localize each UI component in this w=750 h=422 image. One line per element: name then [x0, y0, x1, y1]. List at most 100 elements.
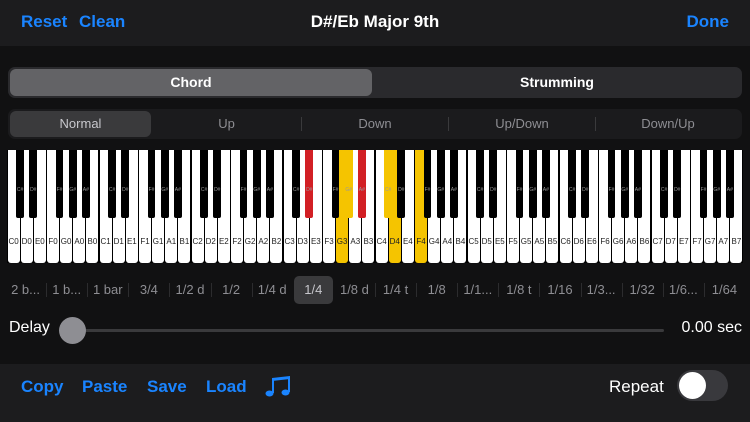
piano-key-f-sharp4[interactable]: F#: [423, 150, 432, 218]
piano-key-d-sharp4[interactable]: D#: [397, 150, 406, 218]
key-label: C7: [652, 237, 663, 246]
repeat-toggle[interactable]: [677, 370, 728, 401]
piano-key-a-sharp4[interactable]: A#: [450, 150, 458, 218]
mode-segmented-control: Chord Strumming: [8, 67, 742, 98]
key-label: C5: [468, 237, 479, 246]
key-label: C1: [100, 237, 111, 246]
key-label: A#: [82, 187, 89, 193]
key-label: F0: [48, 237, 58, 246]
tab-normal[interactable]: Normal: [10, 111, 151, 137]
segment-divider: [375, 283, 376, 297]
piano-key-d-sharp7[interactable]: D#: [673, 150, 682, 218]
key-label: F7: [692, 237, 702, 246]
piano-key-a-sharp5[interactable]: A#: [542, 150, 550, 218]
piano-key-a-sharp2[interactable]: A#: [266, 150, 274, 218]
tab-strumming[interactable]: Strumming: [374, 69, 740, 96]
piano-key-c-sharp5[interactable]: C#: [476, 150, 484, 218]
note-length-segmented-control: 2 b... 1 b... 1 bar 3/4 1/2 d 1/2 1/4 d 1/4 1/8 …: [5, 276, 745, 304]
tab-note-length[interactable]: 1/8 t: [499, 276, 538, 304]
piano-key-d-sharp3[interactable]: D#: [305, 150, 314, 218]
piano-key-g-sharp6[interactable]: G#: [620, 150, 629, 218]
tab-note-length[interactable]: 1/8: [417, 276, 456, 304]
music-notes-icon[interactable]: [264, 375, 292, 399]
piano-key-c-sharp0[interactable]: C#: [16, 150, 24, 218]
piano-key-c-sharp2[interactable]: C#: [200, 150, 208, 218]
piano-key-d-sharp0[interactable]: D#: [29, 150, 38, 218]
tab-note-length[interactable]: 1 b...: [47, 276, 86, 304]
tab-note-length[interactable]: 1/4 t: [376, 276, 415, 304]
piano-key-g-sharp0[interactable]: G#: [68, 150, 77, 218]
delay-slider-track[interactable]: [60, 329, 664, 332]
piano-key-a-sharp0[interactable]: A#: [82, 150, 90, 218]
piano-key-c-sharp3[interactable]: C#: [292, 150, 300, 218]
delay-slider-thumb[interactable]: [59, 317, 86, 344]
piano-key-g-sharp2[interactable]: G#: [252, 150, 261, 218]
piano-key-a-sharp3[interactable]: A#: [358, 150, 366, 218]
piano-key-f-sharp2[interactable]: F#: [239, 150, 248, 218]
key-label: D1: [113, 237, 124, 246]
tab-note-length[interactable]: 1/4: [293, 276, 333, 304]
key-label: A#: [450, 187, 457, 193]
piano-key-d-sharp1[interactable]: D#: [121, 150, 130, 218]
tab-down[interactable]: Down: [302, 111, 448, 137]
tab-note-length[interactable]: 1/64: [705, 276, 744, 304]
piano-key-c-sharp7[interactable]: C#: [660, 150, 668, 218]
key-label: G4: [428, 237, 440, 246]
key-label: B3: [363, 237, 374, 246]
key-label: G#: [69, 187, 77, 193]
segment-divider: [703, 283, 705, 297]
key-label: A0: [74, 237, 85, 246]
piano-key-c-sharp4[interactable]: C#: [384, 150, 392, 218]
done-button[interactable]: Done: [687, 12, 730, 32]
tab-up-down[interactable]: Up/Down: [449, 111, 595, 137]
key-label: A4: [442, 237, 453, 246]
piano-key-g-sharp7[interactable]: G#: [712, 150, 721, 218]
piano-key-a-sharp6[interactable]: A#: [634, 150, 642, 218]
tab-note-length[interactable]: 1/6...: [664, 276, 703, 304]
piano-key-c-sharp6[interactable]: C#: [568, 150, 576, 218]
key-label: E5: [494, 237, 505, 246]
piano-key-d-sharp6[interactable]: D#: [581, 150, 590, 218]
tab-note-length[interactable]: 1/4 d: [253, 276, 292, 304]
piano-key-a-sharp1[interactable]: A#: [174, 150, 182, 218]
key-label: G#: [345, 187, 353, 193]
piano-key-f-sharp0[interactable]: F#: [55, 150, 64, 218]
tab-note-length[interactable]: 1/1...: [458, 276, 497, 304]
copy-button[interactable]: Copy: [21, 377, 64, 397]
piano-key-f-sharp3[interactable]: F#: [331, 150, 340, 218]
piano-key-f-sharp5[interactable]: F#: [515, 150, 524, 218]
tab-note-length[interactable]: 1/2: [212, 276, 251, 304]
segment-divider: [457, 283, 459, 297]
piano-key-g-sharp4[interactable]: G#: [436, 150, 445, 218]
tab-note-length[interactable]: 1/2 d: [170, 276, 209, 304]
tab-note-length[interactable]: 1/16: [540, 276, 579, 304]
save-button[interactable]: Save: [147, 377, 187, 397]
piano-key-a-sharp7[interactable]: A#: [726, 150, 734, 218]
piano-key-g-sharp5[interactable]: G#: [528, 150, 537, 218]
key-label: F#: [240, 187, 247, 193]
paste-button[interactable]: Paste: [82, 377, 127, 397]
piano-key-c-sharp1[interactable]: C#: [108, 150, 116, 218]
tab-note-length[interactable]: 1/3...: [582, 276, 621, 304]
tab-note-length[interactable]: 2 b...: [6, 276, 45, 304]
key-label: G5: [520, 237, 532, 246]
tab-chord[interactable]: Chord: [10, 69, 372, 96]
tab-note-length[interactable]: 1 bar: [88, 276, 127, 304]
piano-key-g-sharp3[interactable]: G#: [344, 150, 353, 218]
piano-key-d-sharp2[interactable]: D#: [213, 150, 222, 218]
tab-note-length[interactable]: 3/4: [129, 276, 168, 304]
piano-key-f-sharp7[interactable]: F#: [699, 150, 708, 218]
load-button[interactable]: Load: [206, 377, 247, 397]
segment-divider: [498, 283, 500, 297]
tab-note-length[interactable]: 1/8 d: [335, 276, 374, 304]
tab-down-up[interactable]: Down/Up: [596, 111, 740, 137]
piano-key-g-sharp1[interactable]: G#: [160, 150, 169, 218]
piano-key-f-sharp1[interactable]: F#: [147, 150, 156, 218]
tab-note-length[interactable]: 1/32: [623, 276, 662, 304]
segment-divider: [621, 283, 623, 297]
piano-key-f-sharp6[interactable]: F#: [607, 150, 616, 218]
bottom-toolbar: Copy Paste Save Load Repeat: [0, 364, 750, 422]
key-label: D#: [306, 187, 313, 193]
piano-key-d-sharp5[interactable]: D#: [489, 150, 498, 218]
tab-up[interactable]: Up: [155, 111, 298, 137]
